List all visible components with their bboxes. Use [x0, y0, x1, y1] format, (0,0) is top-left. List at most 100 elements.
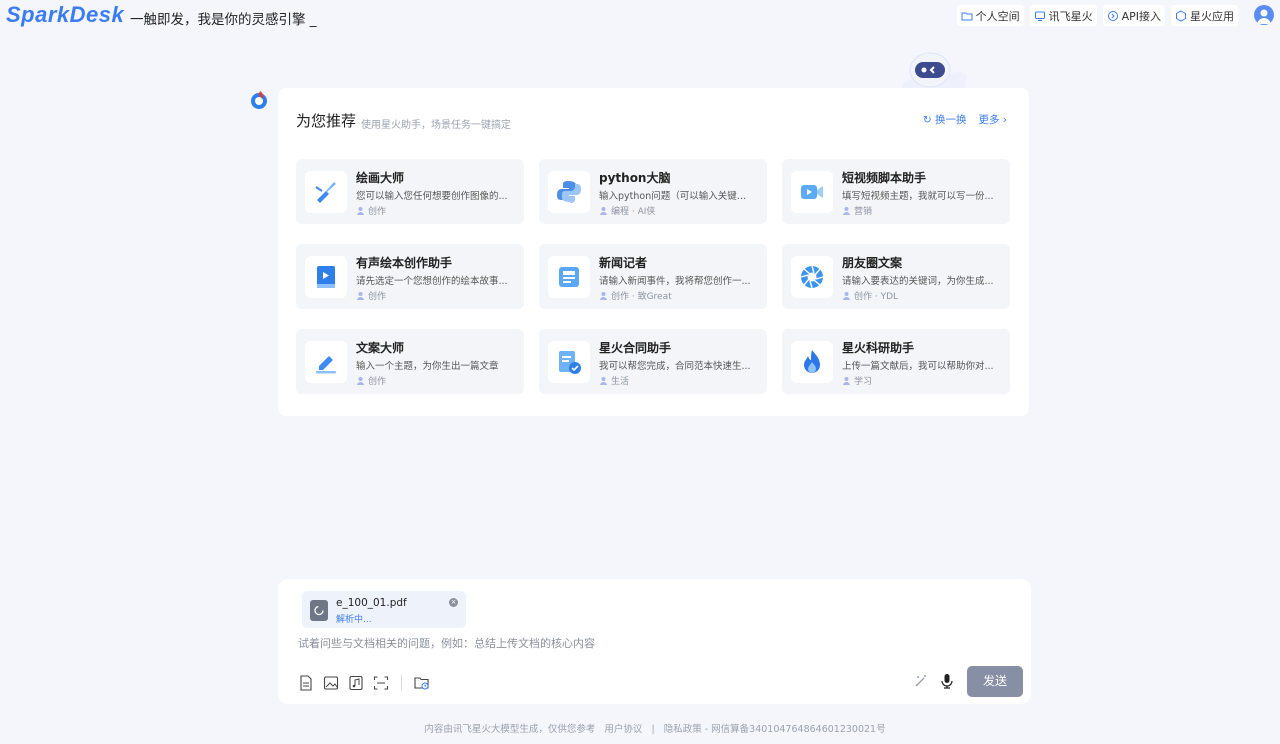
- top-header: SparkDesk 一触即发，我是你的灵感引擎 _ 个人空间 讯飞星火 API接…: [0, 0, 1280, 32]
- nav-personal-space[interactable]: 个人空间: [956, 5, 1024, 26]
- folder-icon: [961, 12, 973, 20]
- flame-icon: [791, 341, 833, 383]
- slogan: 一触即发，我是你的灵感引擎 _: [130, 12, 317, 28]
- user-avatar[interactable]: [1254, 5, 1274, 25]
- card-desc: 我可以帮您完成，合同范本快速生...: [599, 361, 751, 372]
- card-desc: 您可以输入您任何想要创作图像的...: [356, 191, 508, 202]
- panel-title: 为您推荐: [296, 112, 357, 132]
- folder-history-icon[interactable]: [414, 675, 430, 691]
- card-desc: 请输入新闻事件，我将帮您创作一...: [599, 276, 751, 287]
- card-tag: 创作 · YDL: [854, 292, 899, 302]
- card-title: 星火科研助手: [842, 341, 915, 355]
- user-icon: [1257, 9, 1271, 24]
- nav-label: 星火应用: [1190, 9, 1234, 23]
- card-meta: 创作 · YDL: [842, 289, 898, 302]
- card-title: 短视频脚本助手: [842, 171, 927, 185]
- card-title: 新闻记者: [599, 256, 648, 270]
- python-icon: [548, 171, 590, 213]
- refresh-icon: ↻: [922, 114, 935, 126]
- user-icon: [600, 207, 607, 215]
- chat-input-box: e_100_01.pdf 解析中... × 试着问些与文档相关的问题，例如：总结…: [278, 579, 1031, 704]
- input-toolbar: [298, 675, 430, 691]
- card-meta: 创作: [356, 204, 386, 217]
- file-loading-icon: [310, 600, 328, 621]
- upload-image-icon[interactable]: [323, 675, 339, 691]
- card-meta: 编程 · AI侠: [599, 204, 655, 217]
- assistant-card[interactable]: 有声绘本创作助手 请先选定一个您想创作的绘本故事... 创作: [296, 244, 524, 309]
- microphone-icon[interactable]: [939, 673, 955, 689]
- send-button[interactable]: 发送: [967, 666, 1023, 697]
- nav-label: API接入: [1121, 9, 1161, 23]
- user-icon: [600, 377, 607, 385]
- assistant-card[interactable]: python大脑 输入python问题（可以输入关键词... 编程 · AI侠: [539, 159, 767, 224]
- card-tag: 创作: [368, 207, 387, 217]
- aperture-icon: [791, 256, 833, 298]
- user-icon: [357, 292, 364, 300]
- privacy-policy-link[interactable]: 隐私政策 - 网信算备340104764864601230021号: [664, 724, 886, 735]
- contract-icon: [548, 341, 590, 383]
- assistant-card[interactable]: 短视频脚本助手 填写短视频主题，我就可以写一份... 营销: [782, 159, 1010, 224]
- remove-file-icon[interactable]: ×: [449, 598, 458, 607]
- assistant-card[interactable]: 朋友圈文案 请输入要表达的关键词，为你生成... 创作 · YDL: [782, 244, 1010, 309]
- uploaded-file-chip[interactable]: e_100_01.pdf 解析中... ×: [302, 591, 466, 628]
- card-tag: 创作: [368, 377, 387, 387]
- scan-text-icon[interactable]: [373, 675, 389, 691]
- assistant-card[interactable]: 文案大师 输入一个主题，为你生出一篇文章 创作: [296, 329, 524, 394]
- user-icon: [843, 377, 850, 385]
- upload-audio-icon[interactable]: [348, 675, 364, 691]
- refresh-label: 换一换: [934, 114, 967, 126]
- user-icon: [357, 207, 364, 215]
- card-title: 文案大师: [356, 341, 405, 355]
- cube-icon: [1176, 9, 1186, 22]
- card-desc: 输入python问题（可以输入关键词...: [599, 191, 755, 202]
- card-desc: 填写短视频主题，我就可以写一份...: [842, 191, 994, 202]
- user-icon: [843, 207, 850, 215]
- upload-document-icon[interactable]: [298, 675, 314, 691]
- more-label: 更多: [978, 114, 1000, 126]
- user-icon: [843, 292, 850, 300]
- card-meta: 创作: [356, 374, 386, 387]
- card-meta: 创作 · 致Great: [599, 289, 672, 302]
- card-meta: 营销: [842, 204, 872, 217]
- card-tag: 创作 · 致Great: [611, 292, 672, 302]
- spark-side-logo-icon: [251, 91, 267, 109]
- nav-xunfei-spark[interactable]: 讯飞星火: [1029, 5, 1097, 26]
- card-desc: 请输入要表达的关键词，为你生成...: [842, 276, 994, 287]
- nav-api-access[interactable]: API接入: [1102, 5, 1165, 26]
- assistant-card[interactable]: 绘画大师 您可以输入您任何想要创作图像的... 创作: [296, 159, 524, 224]
- chevron-right-icon: ›: [999, 114, 1007, 126]
- card-desc: 请先选定一个您想创作的绘本故事...: [356, 276, 508, 287]
- card-tag: 学习: [854, 377, 873, 387]
- nav-spark-apps[interactable]: 星火应用: [1171, 5, 1238, 26]
- magic-wand-icon[interactable]: [913, 673, 929, 689]
- assistant-grid: 绘画大师 您可以输入您任何想要创作图像的... 创作 python大脑 输入py…: [296, 159, 1010, 394]
- card-title: 朋友圈文案: [842, 256, 903, 270]
- refresh-button[interactable]: ↻ 换一换: [923, 112, 967, 127]
- panel-subtitle: 使用星火助手，场景任务一键搞定: [361, 120, 511, 131]
- card-desc: 输入一个主题，为你生出一篇文章: [356, 361, 499, 372]
- card-tag: 编程 · AI侠: [611, 207, 656, 217]
- footer-divider: |: [651, 724, 655, 735]
- card-tag: 生活: [611, 377, 630, 387]
- nav-label: 讯飞星火: [1048, 9, 1093, 23]
- video-icon: [791, 171, 833, 213]
- file-status: 解析中...: [336, 615, 372, 625]
- assistant-card[interactable]: 星火合同助手 我可以帮您完成，合同范本快速生... 生活: [539, 329, 767, 394]
- paint-brush-icon: [305, 171, 347, 213]
- card-title: python大脑: [599, 171, 671, 185]
- card-title: 星火合同助手: [599, 341, 672, 355]
- assistant-card[interactable]: 星火科研助手 上传一篇文献后，我可以帮助你对... 学习: [782, 329, 1010, 394]
- footer: 内容由讯飞星火大模型生成，仅供您参考 用户协议 | 隐私政策 - 网信算备340…: [0, 721, 1280, 735]
- card-meta: 创作: [356, 289, 386, 302]
- question-input[interactable]: 试着问些与文档相关的问题，例如：总结上传文档的核心内容: [298, 635, 595, 651]
- footer-disclaimer: 内容由讯飞星火大模型生成，仅供您参考: [424, 724, 596, 735]
- card-meta: 生活: [599, 374, 629, 387]
- more-button[interactable]: 更多 ›: [978, 112, 1007, 127]
- user-icon: [357, 377, 364, 385]
- recommendation-panel: 为您推荐 使用星火助手，场景任务一键搞定 ↻ 换一换 更多 › 绘画大师 您可以…: [278, 88, 1029, 416]
- user-agreement-link[interactable]: 用户协议: [604, 724, 642, 735]
- file-name: e_100_01.pdf: [336, 597, 407, 609]
- sparkdesk-logo[interactable]: SparkDesk: [6, 2, 124, 28]
- monitor-icon: [1034, 11, 1045, 21]
- assistant-card[interactable]: 新闻记者 请输入新闻事件，我将帮您创作一... 创作 · 致Great: [539, 244, 767, 309]
